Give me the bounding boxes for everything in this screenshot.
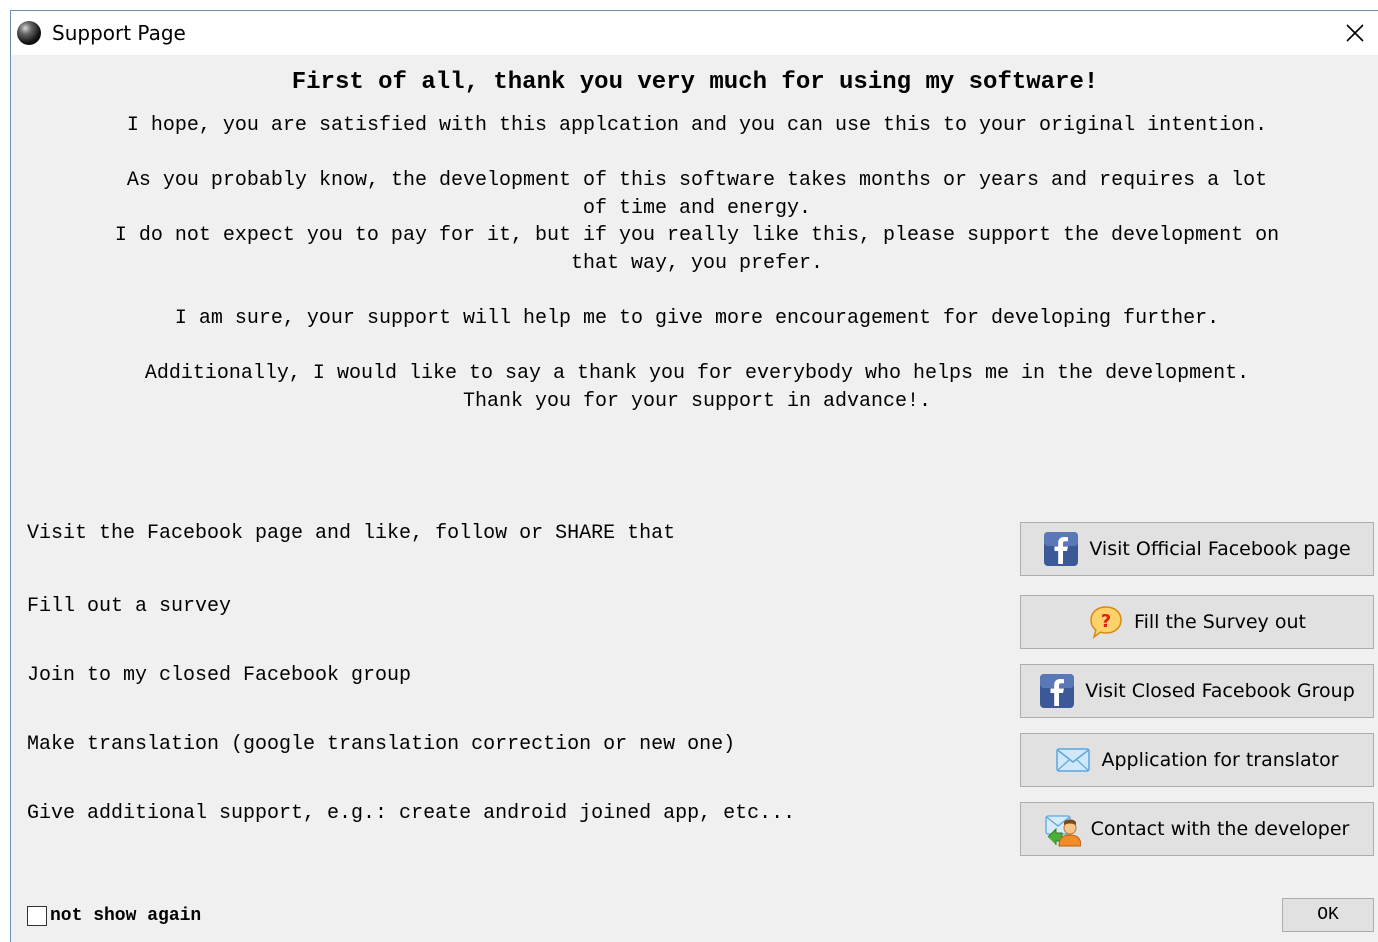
row-label-closed-group: Join to my closed Facebook group [27, 664, 412, 687]
close-button[interactable] [1332, 11, 1378, 55]
paragraph-thanks: Additionally, I would like to say a than… [144, 362, 1250, 413]
row-label-additional-support: Give additional support, e.g.: create an… [27, 802, 796, 825]
contact-icon [1045, 815, 1081, 847]
title-bar[interactable]: Support Page [11, 11, 1378, 55]
contact-developer-label: Contact with the developer [1090, 818, 1350, 840]
row-label-translation: Make translation (google translation cor… [27, 733, 736, 756]
envelope-icon [1056, 748, 1091, 772]
visit-closed-group-button[interactable]: Visit Closed Facebook Group [1020, 664, 1374, 718]
row-label-facebook-page: Visit the Facebook page and like, follow… [27, 522, 676, 545]
not-show-again-control[interactable]: not show again [27, 906, 201, 926]
not-show-again-label[interactable]: not show again [50, 906, 201, 926]
page-heading: First of all, thank you very much for us… [291, 69, 1099, 96]
visit-closed-group-label: Visit Closed Facebook Group [1085, 680, 1355, 702]
question-icon: ? [1090, 606, 1122, 639]
support-dialog: Support Page First of all, thank you ver… [10, 10, 1378, 942]
translator-application-label: Application for translator [1101, 749, 1339, 771]
facebook-icon [1040, 674, 1075, 708]
paragraph-encouragement: I am sure, your support will help me to … [174, 307, 1220, 330]
visit-facebook-page-label: Visit Official Facebook page [1089, 538, 1351, 560]
fill-survey-button[interactable]: ? Fill the Survey out [1020, 595, 1374, 649]
contact-developer-button[interactable]: Contact with the developer [1020, 802, 1374, 856]
facebook-icon [1044, 532, 1079, 566]
ok-button[interactable]: OK [1282, 898, 1374, 932]
fill-survey-label: Fill the Survey out [1134, 611, 1306, 633]
visit-facebook-page-button[interactable]: Visit Official Facebook page [1020, 522, 1374, 576]
paragraph-hope: I hope, you are satisfied with this appl… [126, 114, 1268, 137]
translator-application-button[interactable]: Application for translator [1020, 733, 1374, 787]
svg-text:?: ? [1101, 611, 1111, 632]
paragraph-development: As you probably know, the development of… [126, 169, 1268, 220]
paragraph-pay: I do not expect you to pay for it, but i… [114, 224, 1280, 275]
window-title: Support Page [52, 21, 186, 45]
not-show-again-checkbox[interactable] [27, 906, 47, 926]
close-icon [1346, 24, 1364, 42]
app-icon [17, 21, 41, 45]
row-label-survey: Fill out a survey [27, 595, 232, 618]
